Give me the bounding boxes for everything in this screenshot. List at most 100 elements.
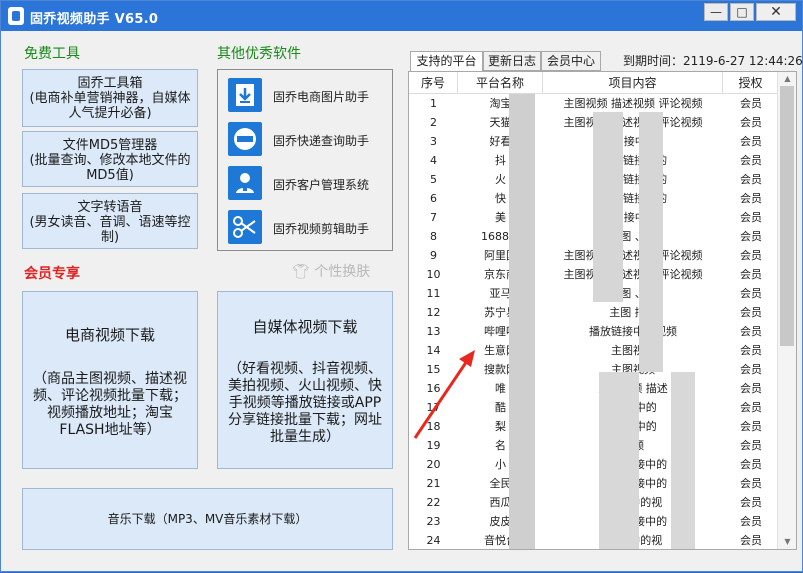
cell-index: 21: [426, 477, 441, 490]
cell-content: 主图 描述: [609, 306, 657, 319]
cell-index: 20: [426, 458, 441, 471]
app-logo-icon: [8, 7, 24, 25]
table-row[interactable]: 19名视频会员: [409, 436, 779, 455]
cell-auth: 会员: [740, 116, 762, 129]
cell-auth: 会员: [740, 306, 762, 319]
cell-auth: 会员: [740, 363, 762, 376]
md5-manager-button[interactable]: 文件MD5管理器 (批量查询、修改本地文件的MD5值): [22, 131, 198, 187]
cell-index: 2: [430, 116, 437, 129]
cell-index: 12: [426, 306, 441, 319]
col-header-index: 序号: [409, 72, 458, 94]
cell-auth: 会员: [740, 477, 762, 490]
md5-manager-label: 文件MD5管理器: [62, 138, 158, 153]
express-query-label: 固乔快递查询助手: [273, 134, 370, 148]
cell-auth: 会员: [740, 458, 762, 471]
platform-table[interactable]: 序号 平台名称 项目内容 授权 1 淘宝 主图视频 描述视频 评论视频 会员 2 天猫 主图…: [408, 71, 797, 550]
cell-content: APP 链接中的: [598, 173, 668, 186]
table-row[interactable]: 1 淘宝 主图视频 描述视频 评论视频 会员: [409, 94, 779, 113]
close-button[interactable]: ✕: [756, 3, 796, 21]
skin-change-link[interactable]: 👕︎ 个性换肤: [292, 261, 370, 281]
cell-auth: 会员: [740, 97, 762, 110]
table-row[interactable]: 15 搜款网 主图视频 会员: [409, 360, 779, 379]
cell-content: 播放链接中的视频: [589, 325, 677, 338]
customer-manage-link[interactable]: 固乔客户管理系统: [228, 166, 393, 202]
media-video-desc: （好看视频、抖音视频、美拍视频、火山视频、快手视频等播放链接或APP分享链接批量…: [228, 361, 382, 445]
ecommerce-video-desc: （商品主图视频、描述视频、评论视频批量下载；视频播放地址；淘宝FLASH地址等）: [33, 371, 187, 438]
table-row[interactable]: 24音悦台播 接中的视会员: [409, 531, 779, 549]
cell-content: 主图视频 描述视频 评论视频: [563, 97, 703, 110]
cell-index: 7: [430, 211, 437, 224]
maximize-button[interactable]: □: [730, 3, 754, 21]
scroll-down-icon[interactable]: ▼: [778, 535, 797, 549]
cell-index: 14: [426, 344, 441, 357]
skin-change-label: 个性换肤: [314, 264, 371, 280]
cell-index: 5: [430, 173, 437, 186]
cell-index: 18: [426, 420, 441, 433]
cell-auth: 会员: [740, 154, 762, 167]
express-query-link[interactable]: 固乔快递查询助手: [228, 122, 393, 158]
cell-auth: 会员: [740, 534, 762, 547]
cell-index: 23: [426, 515, 441, 528]
cell-auth: 会员: [740, 287, 762, 300]
other-software-panel: 固乔电商图片助手 固乔快递查询助手 固乔客户管理系统 固乔视频剪辑助手: [217, 69, 393, 251]
table-row[interactable]: 20小APP分 接中的会员: [409, 455, 779, 474]
express-query-icon: [228, 122, 262, 156]
cell-index: 16: [426, 382, 441, 395]
table-row[interactable]: 12 苏宁易 主图 描述 会员: [409, 303, 779, 322]
table-row[interactable]: 13 哔哩哔 播放链接中的视频 会员: [409, 322, 779, 341]
video-editor-link[interactable]: 固乔视频剪辑助手: [228, 210, 393, 246]
tab-member-center[interactable]: 会员中心: [541, 51, 601, 71]
toolbox-desc: (电商补单营销神器，自媒体人气提升必备): [29, 91, 191, 121]
minimize-button[interactable]: —: [704, 3, 728, 21]
cell-index: 9: [430, 249, 437, 262]
cell-auth: 会员: [740, 135, 762, 148]
cell-index: 22: [426, 496, 441, 509]
table-row[interactable]: 17酷播放 中的会员: [409, 398, 779, 417]
blur-mosaic: [593, 112, 623, 302]
media-video-head: 自媒体视频下载: [252, 318, 358, 336]
cell-index: 6: [430, 192, 437, 205]
music-download-button[interactable]: 音乐下载（MP3、MV音乐素材下载）: [22, 488, 393, 550]
scroll-up-icon[interactable]: ▲: [778, 72, 797, 86]
blur-mosaic: [639, 112, 663, 372]
cell-content: APP 链接中的: [598, 192, 668, 205]
table-row[interactable]: 14 生意网 主图视频 会员: [409, 341, 779, 360]
cell-auth: 会员: [740, 249, 762, 262]
customer-icon: [228, 166, 262, 200]
vip-title: 会员专享: [24, 266, 80, 282]
tab-changelog[interactable]: 更新日志: [483, 51, 541, 71]
ecommerce-video-head: 电商视频下载: [64, 326, 155, 344]
title-bar[interactable]: 固乔视频助手 V65.0 — □ ✕: [1, 1, 802, 31]
other-software-title: 其他优秀软件: [217, 46, 301, 62]
cell-index: 13: [426, 325, 441, 338]
table-scrollbar[interactable]: ▲ ▼: [777, 72, 796, 549]
cell-auth: 会员: [740, 230, 762, 243]
expire-time: 到期时间：2119-6-27 12:44:26: [623, 54, 803, 68]
table-header: 序号 平台名称 项目内容 授权: [409, 72, 779, 94]
scroll-thumb[interactable]: [780, 86, 794, 346]
cell-auth: 会员: [740, 401, 762, 414]
download-icon: [228, 78, 262, 112]
cell-auth: 会员: [740, 268, 762, 281]
text-to-speech-button[interactable]: 文字转语音 (男女读音、音调、语速等控制): [22, 193, 198, 249]
cell-content: 播 接中的: [609, 211, 657, 224]
cell-content: APP 链接中的: [598, 154, 668, 167]
cell-auth: 会员: [740, 420, 762, 433]
cell-index: 8: [430, 230, 437, 243]
tab-platforms[interactable]: 支持的平台: [410, 51, 483, 72]
table-row[interactable]: 21全民APP分 接中的会员: [409, 474, 779, 493]
media-video-download-button[interactable]: 自媒体视频下载 （好看视频、抖音视频、美拍视频、火山视频、快手视频等播放链接或A…: [217, 291, 393, 469]
cell-content: 主图视频: [611, 344, 655, 357]
table-row[interactable]: 16唯主图视频 描述会员: [409, 379, 779, 398]
col-header-platform: 平台名称: [458, 72, 543, 94]
text-to-speech-desc: (男女读音、音调、语速等控制): [29, 215, 191, 245]
table-row[interactable]: 22西瓜播 接中的视会员: [409, 493, 779, 512]
table-row[interactable]: 23皮皮APP分 接中的会员: [409, 512, 779, 531]
cell-auth: 会员: [740, 211, 762, 224]
ecommerce-video-download-button[interactable]: 电商视频下载 （商品主图视频、描述视频、评论视频批量下载；视频播放地址；淘宝FL…: [22, 291, 198, 469]
cell-index: 15: [426, 363, 441, 376]
cell-index: 1: [430, 97, 437, 110]
toolbox-button[interactable]: 固乔工具箱 (电商补单营销神器，自媒体人气提升必备): [22, 69, 198, 127]
table-row[interactable]: 18梨播放 中的会员: [409, 417, 779, 436]
image-helper-link[interactable]: 固乔电商图片助手: [228, 78, 393, 114]
